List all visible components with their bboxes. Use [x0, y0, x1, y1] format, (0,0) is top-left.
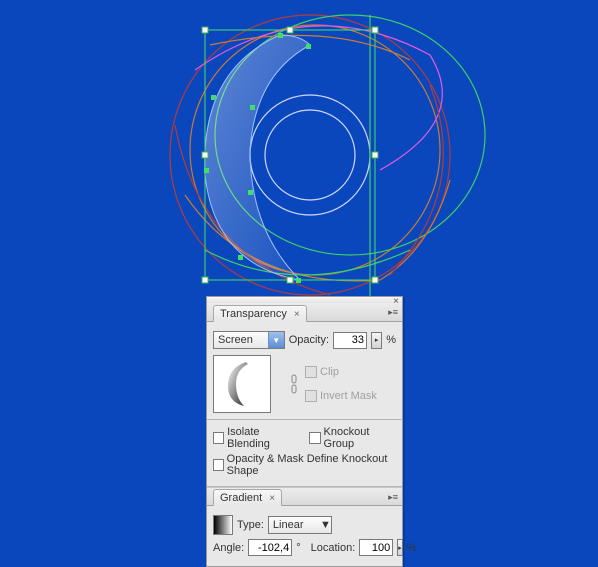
gradient-tab-row: Gradient × ▸≡	[207, 487, 402, 506]
gradient-location-input[interactable]	[359, 539, 393, 556]
tab-gradient[interactable]: Gradient ×	[213, 489, 282, 506]
isolate-blending-checkbox[interactable]	[213, 432, 224, 444]
isolate-blending-label: Isolate Blending	[227, 426, 298, 450]
chevron-down-icon: ▼	[268, 332, 284, 348]
transparency-gradient-panel: × Transparency × ▸≡ Screen ▼ Opacity: ▸ …	[206, 296, 403, 567]
gradient-angle-input[interactable]	[248, 539, 292, 556]
panel-menu-icon[interactable]: ▸≡	[388, 492, 398, 503]
transparency-section: Screen ▼ Opacity: ▸ %	[207, 322, 402, 487]
gradient-type-select[interactable]: Linear ▼	[268, 516, 332, 534]
invert-mask-label: Invert Mask	[320, 390, 377, 402]
gradient-location-label: Location:	[311, 542, 356, 554]
panel-menu-icon[interactable]: ▸≡	[388, 307, 398, 318]
gradient-section: Type: Linear ▼ Angle: ° Location: ▸ %	[207, 506, 402, 566]
clip-row: Clip	[305, 366, 377, 378]
gradient-type-label: Type:	[237, 519, 264, 531]
clip-checkbox	[305, 366, 317, 378]
degree-symbol: °	[296, 542, 300, 554]
gradient-swatch[interactable]	[213, 515, 233, 535]
knockout-group-label: Knockout Group	[324, 426, 396, 450]
gradient-angle-label: Angle:	[213, 542, 244, 554]
clip-label: Clip	[320, 366, 339, 378]
transparency-tab-row: Transparency × ▸≡	[207, 303, 402, 322]
location-pct: %	[407, 542, 417, 554]
selected-shape[interactable]	[205, 35, 310, 280]
blend-mode-value: Screen	[218, 334, 253, 346]
opacity-label: Opacity:	[289, 334, 329, 346]
mask-define-checkbox[interactable]	[213, 459, 224, 471]
mask-define-label: Opacity & Mask Define Knockout Shape	[227, 453, 396, 477]
opacity-pct: %	[386, 334, 396, 346]
opacity-input[interactable]	[333, 332, 367, 349]
invert-mask-checkbox	[305, 390, 317, 402]
tab-transparency[interactable]: Transparency ×	[213, 305, 307, 322]
chevron-down-icon: ▼	[320, 519, 331, 531]
tab-transparency-label: Transparency	[220, 308, 287, 320]
location-slider-button[interactable]: ▸	[397, 539, 403, 556]
knockout-group-checkbox[interactable]	[309, 432, 320, 444]
mask-link-icon[interactable]	[287, 355, 301, 413]
invert-mask-row: Invert Mask	[305, 390, 377, 402]
gradient-type-value: Linear	[273, 519, 304, 531]
blend-mode-select[interactable]: Screen ▼	[213, 331, 285, 349]
tab-gradient-label: Gradient	[220, 492, 262, 504]
tab-close-icon[interactable]: ×	[294, 309, 300, 320]
opacity-slider-button[interactable]: ▸	[371, 332, 382, 349]
tab-close-icon[interactable]: ×	[269, 493, 275, 504]
object-thumbnail[interactable]	[213, 355, 271, 413]
